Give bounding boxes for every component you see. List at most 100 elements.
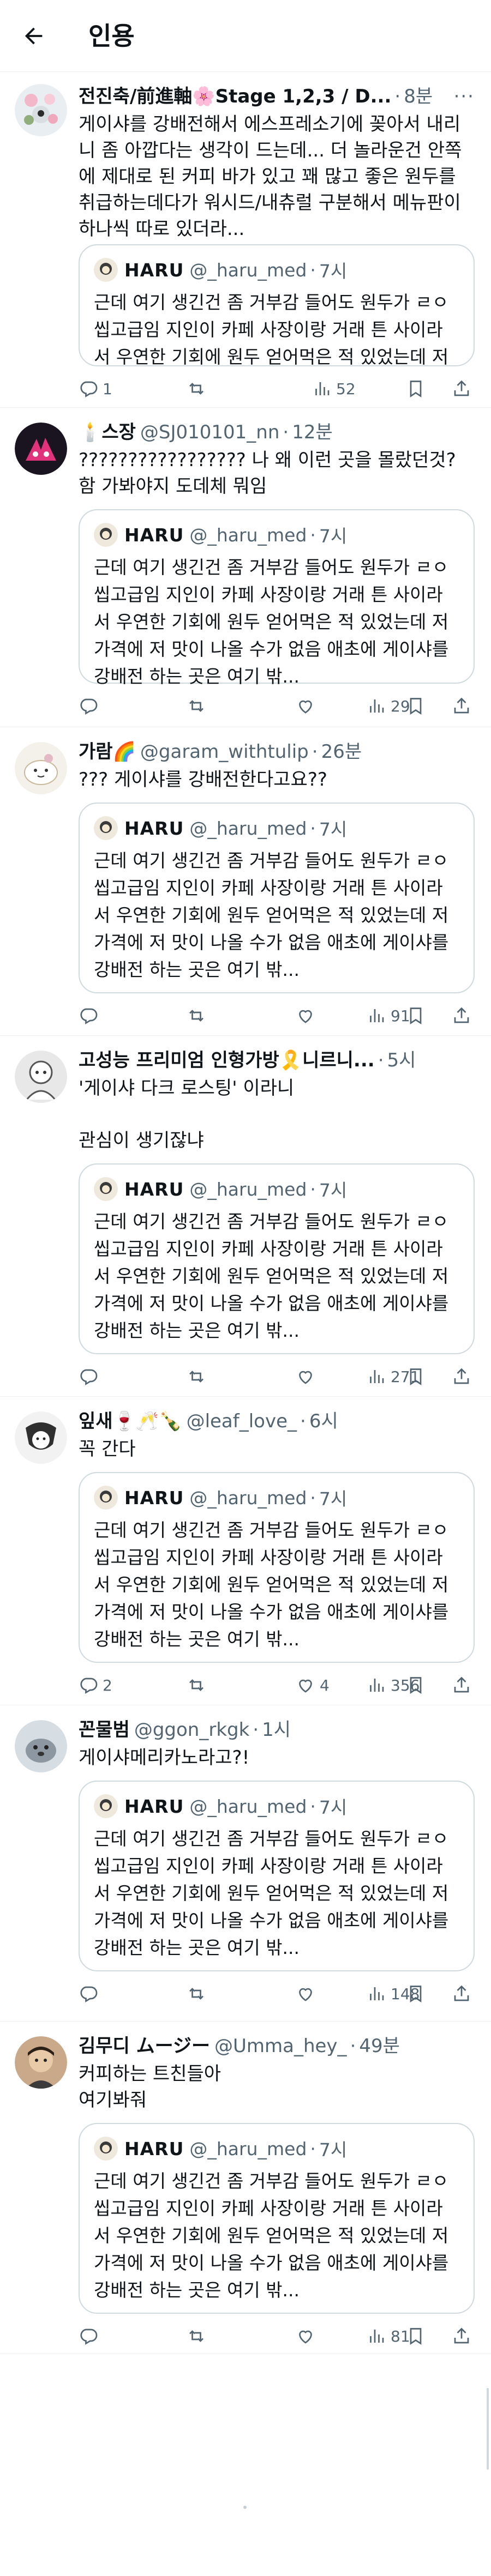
retweet-icon [189, 700, 203, 712]
retweet-button[interactable] [187, 1367, 206, 1386]
avatar[interactable] [15, 423, 67, 475]
avatar[interactable] [15, 2036, 67, 2089]
views-button[interactable]: 91 [367, 1006, 410, 1025]
bookmark-button[interactable] [406, 1675, 426, 1695]
bookmark-button[interactable] [406, 1006, 426, 1025]
bookmark-button[interactable] [406, 1367, 426, 1386]
quoted-text: 근데 여기 생긴건 좀 거부감 들어도 원두가 ㄹㅇ 씹고급임 지인이 카페 사… [94, 557, 454, 687]
tweet[interactable]: 꼰물범 @ggon_rkgk · 1시 게이샤메리카노라고?! HARU @_h… [0, 1705, 491, 2022]
display-name[interactable]: 고성능 프리미엄 인형가방🎗️니르니... [79, 1048, 375, 1073]
retweet-icon [189, 1679, 203, 1691]
display-name[interactable]: 잎새🍷🥂🍾 [79, 1409, 182, 1434]
avatar[interactable] [15, 1411, 67, 1464]
reply-button[interactable] [79, 1367, 98, 1386]
tweet-actions: 271 [79, 1363, 475, 1390]
display-name[interactable]: 꼰물범 [79, 1717, 130, 1742]
quoted-tweet[interactable]: HARU @_haru_med · 7시 근데 여기 생긴건 좀 거부감 들어도… [79, 1781, 475, 1971]
tweet[interactable]: 🕯️스장 @SJ010101_nn · 12분 ????????????????… [0, 408, 491, 727]
share-icon [454, 1985, 469, 2001]
bookmark-button[interactable] [406, 2326, 426, 2346]
reply-button[interactable] [79, 1984, 98, 2004]
like-button[interactable] [296, 1006, 315, 1025]
bookmark-button[interactable] [406, 696, 426, 716]
views-button[interactable]: 52 [312, 379, 356, 399]
timestamp[interactable]: 12분 [292, 420, 333, 445]
reply-button[interactable] [79, 696, 98, 716]
like-button[interactable] [296, 1367, 315, 1386]
share-button[interactable] [452, 379, 471, 399]
tweet[interactable]: 전진축/前進軸🌸Stage 1,2,3 / D... · 8분 ··· 게이샤를… [0, 72, 491, 408]
quoted-tweet[interactable]: HARU @_haru_med · 7시 근데 여기 생긴건 좀 거부감 들어도… [79, 2123, 475, 2314]
handle[interactable]: @SJ010101_nn [140, 420, 280, 445]
retweet-button[interactable] [187, 696, 206, 716]
tweet-text: '게이샤 다크 로스팅' 이라니 관심이 생기잖냐 [79, 1077, 295, 1151]
like-count: 4 [320, 1676, 330, 1694]
like-button[interactable] [296, 2326, 315, 2346]
tweet-header: 가람🌈 @garam_withtulip · 26분 [79, 739, 475, 764]
timestamp[interactable]: 26분 [321, 739, 362, 764]
tweet[interactable]: 가람🌈 @garam_withtulip · 26분 ??? 게이샤를 강배전한… [0, 727, 491, 1036]
bookmark-icon [410, 381, 422, 398]
reply-button[interactable] [79, 2326, 98, 2346]
retweet-button[interactable] [187, 1006, 206, 1025]
share-button[interactable] [452, 2326, 471, 2346]
views-button[interactable]: 81 [367, 2326, 410, 2346]
timestamp[interactable]: 1시 [262, 1717, 291, 1742]
timestamp[interactable]: 6시 [309, 1409, 338, 1434]
handle[interactable]: @Umma_hey_ [214, 2034, 347, 2059]
timestamp[interactable]: 5시 [387, 1048, 416, 1073]
avatar[interactable] [15, 1720, 67, 1772]
bookmark-button[interactable] [406, 1984, 426, 2004]
avatar[interactable] [15, 1051, 67, 1103]
quoted-tweet[interactable]: HARU @_haru_med · 7시 근데 여기 생긴건 좀 거부감 들어도… [79, 1472, 475, 1663]
avatar[interactable] [15, 742, 67, 794]
handle[interactable]: @ggon_rkgk [134, 1717, 249, 1742]
like-button[interactable] [296, 1984, 315, 2004]
more-options-icon[interactable]: ··· [447, 84, 475, 109]
views-icon [370, 1987, 384, 2000]
reply-button[interactable] [79, 1006, 98, 1025]
quoted-text: 근데 여기 생긴건 좀 거부감 들어도 원두가 ㄹㅇ 씹고급임 지인이 카페 사… [94, 292, 449, 367]
handle[interactable]: @garam_withtulip [140, 739, 309, 764]
quoted-handle: @_haru_med [189, 259, 307, 281]
timestamp[interactable]: 49분 [359, 2034, 400, 2059]
heart-icon [299, 1010, 312, 1023]
retweet-button[interactable] [187, 1675, 206, 1695]
views-icon [370, 699, 384, 713]
tweet[interactable]: 김무디 ムージー @Umma_hey_ · 49분 커피하는 트친들아 여기봐줘… [0, 2022, 491, 2354]
quoted-tweet[interactable]: HARU @_haru_med · 7시 근데 여기 생긴건 좀 거부감 들어도… [79, 803, 475, 993]
reply-button[interactable]: 1 [79, 379, 112, 399]
handle[interactable]: @leaf_love_ [187, 1409, 297, 1434]
share-button[interactable] [452, 1006, 471, 1025]
retweet-button[interactable] [187, 2326, 206, 2346]
like-button[interactable]: 4 [296, 1675, 330, 1695]
heart-icon [299, 1371, 312, 1384]
share-button[interactable] [452, 696, 471, 716]
tweet[interactable]: 고성능 프리미엄 인형가방🎗️니르니... · 5시 '게이샤 다크 로스팅' … [0, 1036, 491, 1397]
retweet-button[interactable] [187, 379, 206, 399]
display-name[interactable]: 전진축/前進軸🌸Stage 1,2,3 / D... [79, 84, 391, 109]
share-button[interactable] [452, 1675, 471, 1695]
timestamp[interactable]: 8분 [404, 84, 433, 109]
quoted-tweet[interactable]: HARU @_haru_med · 7시 근데 여기 생긴건 좀 거부감 들어도… [79, 244, 475, 367]
bookmark-button[interactable] [406, 379, 426, 399]
share-button[interactable] [452, 1984, 471, 2004]
quoted-tweet[interactable]: HARU @_haru_med · 7시 근데 여기 생긴건 좀 거부감 들어도… [79, 1163, 475, 1354]
display-name[interactable]: 🕯️스장 [79, 420, 136, 445]
tweet-text: 게이샤를 강배전해서 에스프레소기에 꽂아서 내리니 좀 아깝다는 생각이 드는… [79, 113, 467, 240]
quoted-tweet[interactable]: HARU @_haru_med · 7시 근데 여기 생긴건 좀 거부감 들어도… [79, 509, 475, 687]
quoted-text: 근데 여기 생긴건 좀 거부감 들어도 원두가 ㄹㅇ 씹고급임 지인이 카페 사… [94, 1211, 454, 1341]
retweet-button[interactable] [187, 1984, 206, 2004]
back-button[interactable] [16, 19, 51, 53]
quoted-handle: @_haru_med [189, 1487, 307, 1509]
avatar[interactable] [15, 84, 67, 136]
reply-button[interactable]: 2 [79, 1675, 112, 1695]
like-button[interactable] [296, 696, 315, 716]
views-button[interactable]: 29 [367, 696, 410, 716]
share-button[interactable] [452, 1367, 471, 1386]
tweet[interactable]: 잎새🍷🥂🍾 @leaf_love_ · 6시 꼭 간다 HARU @_haru_… [0, 1397, 491, 1705]
tweet-header: 🕯️스장 @SJ010101_nn · 12분 [79, 420, 475, 445]
scrollbar[interactable] [487, 2388, 489, 2470]
display-name[interactable]: 가람🌈 [79, 739, 136, 764]
display-name[interactable]: 김무디 ムージー [79, 2034, 210, 2059]
